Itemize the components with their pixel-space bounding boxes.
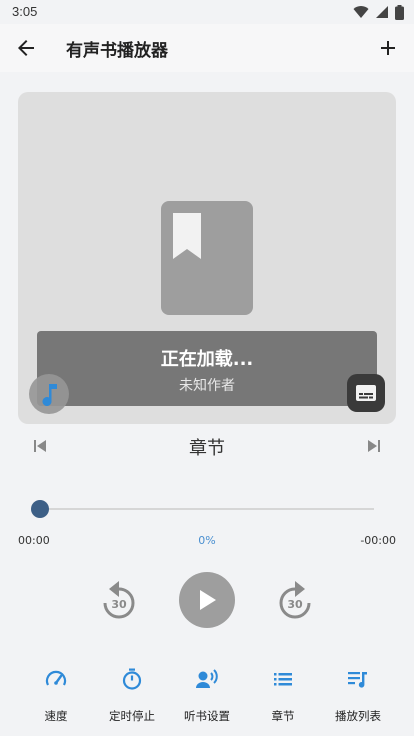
subtitles-button[interactable] bbox=[347, 374, 385, 412]
rewind-30-icon[interactable]: 30 bbox=[100, 579, 138, 621]
forward-seconds-label: 30 bbox=[287, 598, 303, 611]
add-icon[interactable] bbox=[376, 36, 400, 60]
subtitles-icon bbox=[356, 385, 376, 401]
chapter-row: 章节 bbox=[0, 432, 414, 460]
time-row: 00:00 0% -00:00 bbox=[0, 534, 414, 550]
status-bar: 3:05 bbox=[0, 0, 414, 24]
skip-next-icon[interactable] bbox=[367, 439, 381, 453]
tab-playlist-label: 播放列表 bbox=[335, 709, 381, 723]
tab-speed-label: 速度 bbox=[44, 709, 68, 723]
loading-title: 正在加载... bbox=[160, 349, 254, 370]
voice-settings-icon bbox=[196, 669, 218, 688]
wifi-icon bbox=[353, 6, 369, 19]
bookmark-icon bbox=[173, 213, 201, 259]
rewind-seconds-label: 30 bbox=[111, 598, 127, 611]
status-time: 3:05 bbox=[12, 4, 38, 19]
forward-30-icon[interactable]: 30 bbox=[276, 579, 314, 621]
music-note-button[interactable] bbox=[29, 374, 69, 414]
signal-icon bbox=[376, 6, 388, 18]
tab-chapters-label: 章节 bbox=[271, 709, 295, 723]
play-button[interactable] bbox=[179, 572, 235, 628]
book-placeholder-icon bbox=[161, 201, 253, 315]
remaining-time: -00:00 bbox=[360, 534, 396, 547]
tab-voice-settings[interactable]: 听书设置 bbox=[166, 664, 248, 723]
timer-icon bbox=[122, 668, 142, 690]
progress-percent: 0% bbox=[198, 534, 216, 547]
playlist-icon bbox=[348, 672, 367, 688]
battery-icon bbox=[395, 4, 404, 20]
slider-thumb[interactable] bbox=[31, 500, 49, 518]
play-icon bbox=[200, 590, 216, 610]
tab-speed[interactable]: 速度 bbox=[15, 664, 97, 723]
cover-panel: 正在加载... 未知作者 bbox=[18, 92, 396, 424]
tab-chapters[interactable]: 章节 bbox=[242, 664, 324, 723]
app-bar: 有声书播放器 bbox=[0, 24, 414, 72]
tab-voice-settings-label: 听书设置 bbox=[184, 709, 230, 723]
slider-track bbox=[40, 508, 374, 510]
playback-controls: 30 30 bbox=[0, 570, 414, 630]
tab-playlist[interactable]: 播放列表 bbox=[317, 664, 399, 723]
now-playing-overlay: 正在加载... 未知作者 bbox=[37, 331, 377, 406]
author-label: 未知作者 bbox=[179, 378, 235, 394]
tab-timer[interactable]: 定时停止 bbox=[91, 664, 173, 723]
progress-slider[interactable] bbox=[30, 498, 374, 520]
back-arrow-icon[interactable] bbox=[14, 36, 38, 60]
music-note-icon bbox=[42, 384, 57, 406]
bottom-toolbar: 速度 定时停止 听书设置 章节 播放列表 bbox=[0, 664, 414, 724]
list-icon bbox=[274, 673, 292, 686]
speed-icon bbox=[45, 670, 67, 686]
chapter-title: 章节 bbox=[189, 438, 225, 459]
status-icons bbox=[353, 4, 404, 20]
page-title: 有声书播放器 bbox=[66, 41, 168, 61]
tab-timer-label: 定时停止 bbox=[109, 709, 155, 723]
